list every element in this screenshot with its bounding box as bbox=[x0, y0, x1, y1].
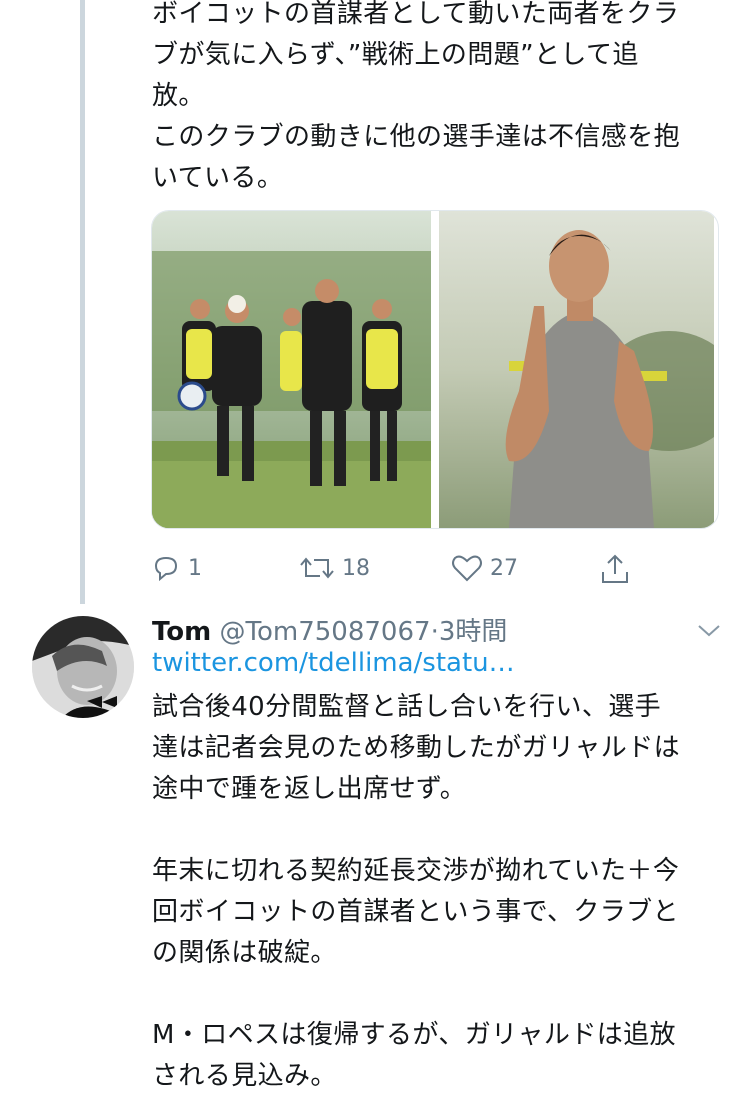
tweet-link[interactable]: twitter.com/tdellima/statu… bbox=[152, 648, 515, 678]
retweet-icon bbox=[300, 557, 334, 579]
tweet-text: ボイコットの首謀者として動いた両者をクラ ブが気に入らず、”戦術上の問題”として… bbox=[152, 0, 732, 199]
heart-icon bbox=[452, 555, 482, 582]
reply-button[interactable]: 1 bbox=[150, 552, 202, 584]
photo-player-clapping bbox=[439, 211, 718, 528]
share-icon bbox=[602, 554, 628, 583]
tweet-text-line: される見込み。 bbox=[152, 1061, 337, 1091]
tweet-text-line: ブが気に入らず、”戦術上の問題”として追 bbox=[152, 40, 639, 70]
tweet-text-line: 年末に切れる契約延長交渉が拗れていた＋今 bbox=[152, 856, 680, 886]
retweet-count: 18 bbox=[342, 555, 370, 581]
chevron-down-icon bbox=[698, 625, 720, 637]
tweet-text: 試合後40分間監督と話し合いを行い、選手 達は記者会見のため移動したがガリャルド… bbox=[152, 687, 732, 1097]
tweet-text-line: 達は記者会見のため移動したがガリャルドは bbox=[152, 733, 681, 763]
thread-connector-line bbox=[80, 0, 85, 604]
share-button[interactable] bbox=[598, 552, 632, 586]
tweet-text-line: 途中で踵を返し出席せず。 bbox=[152, 774, 467, 804]
tweet-text-line: 回ボイコットの首謀者という事で、クラブと bbox=[152, 897, 679, 927]
avatar-photo-icon bbox=[32, 616, 134, 718]
tweet-menu-button[interactable] bbox=[696, 620, 722, 644]
tweet-text-line: M・ロペスは復帰するが、ガリャルドは追放 bbox=[152, 1020, 676, 1050]
tweet-text-line: いている。 bbox=[152, 163, 284, 193]
user-handle[interactable]: @Tom75087067 bbox=[220, 617, 431, 647]
timestamp[interactable]: 3時間 bbox=[439, 617, 508, 647]
like-count: 27 bbox=[490, 555, 518, 581]
retweet-button[interactable]: 18 bbox=[298, 552, 370, 584]
like-button[interactable]: 27 bbox=[450, 552, 518, 584]
tweet-text-line: 試合後40分間監督と話し合いを行い、選手 bbox=[152, 692, 662, 722]
tweet-text-line: ボイコットの首謀者として動いた両者をクラ bbox=[152, 0, 680, 29]
photo-training-kick bbox=[152, 211, 431, 528]
tweet-header: Tom @Tom75087067·3時間 bbox=[152, 611, 507, 648]
header-separator: · bbox=[430, 617, 439, 647]
media-photo-training[interactable] bbox=[152, 211, 431, 528]
reply-count: 1 bbox=[188, 555, 202, 581]
tweet-text-line: このクラブの動きに他の選手達は不信感を抱 bbox=[152, 122, 681, 152]
media-photo-player[interactable] bbox=[439, 211, 718, 528]
tweet-text-line: 放。 bbox=[152, 81, 205, 111]
display-name[interactable]: Tom bbox=[152, 617, 211, 647]
tweet-media-grid bbox=[151, 210, 719, 529]
tweet-text-line: の関係は破綻。 bbox=[152, 938, 337, 968]
avatar[interactable] bbox=[32, 616, 134, 718]
reply-icon bbox=[154, 556, 178, 582]
tweet-actions: 1 18 27 bbox=[150, 552, 640, 588]
